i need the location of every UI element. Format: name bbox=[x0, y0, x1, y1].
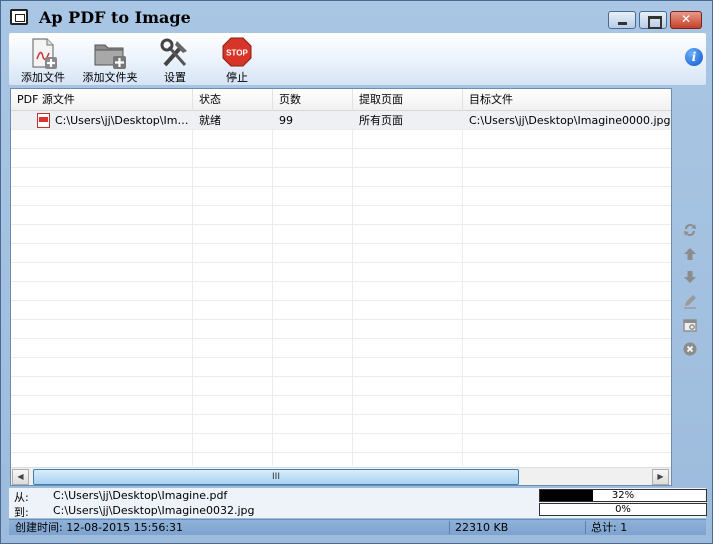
list-rows: C:\Users\jj\Desktop\Imagine.pdf 就绪 99 所有… bbox=[11, 111, 671, 466]
app-logo-icon bbox=[10, 9, 28, 25]
header-source[interactable]: PDF 源文件 bbox=[11, 89, 193, 111]
settings-button[interactable]: 设置 bbox=[151, 33, 199, 85]
window-title: Ap PDF to Image bbox=[39, 8, 191, 27]
table-row[interactable]: C:\Users\jj\Desktop\Imagine.pdf 就绪 99 所有… bbox=[11, 111, 671, 130]
add-folder-icon bbox=[94, 44, 126, 69]
settings-label: 设置 bbox=[164, 71, 186, 84]
add-folder-button[interactable]: 添加文件夹 bbox=[79, 33, 141, 85]
move-down-icon[interactable] bbox=[682, 269, 698, 285]
status-created-time: 创建时间: 12-08-2015 15:56:31 bbox=[15, 521, 184, 534]
cell-status: 就绪 bbox=[199, 114, 221, 127]
cell-pages: 99 bbox=[279, 114, 293, 127]
list-item bbox=[11, 434, 671, 453]
list-item bbox=[11, 415, 671, 434]
stop-button[interactable]: STOP 停止 bbox=[215, 33, 259, 85]
file-progress-fill bbox=[540, 490, 594, 501]
cell-extract: 所有页面 bbox=[359, 114, 403, 127]
stop-sign-icon: STOP bbox=[222, 37, 252, 67]
remove-circle-icon[interactable] bbox=[682, 341, 698, 357]
status-total: 总计: 1 bbox=[591, 521, 628, 534]
move-up-icon[interactable] bbox=[682, 246, 698, 262]
header-target[interactable]: 目标文件 bbox=[463, 89, 671, 111]
status-bar: 创建时间: 12-08-2015 15:56:31 22310 KB 总计: 1 bbox=[9, 519, 706, 535]
total-progress-text: 0% bbox=[615, 504, 631, 515]
list-item bbox=[11, 377, 671, 396]
title-bar: Ap PDF to Image bbox=[1, 1, 712, 31]
add-folder-label: 添加文件夹 bbox=[82, 71, 138, 84]
stop-label: 停止 bbox=[226, 71, 248, 84]
cell-target: C:\Users\jj\Desktop\Imagine0000.jpg ~ C:… bbox=[469, 114, 671, 127]
scroll-left-button[interactable]: ◀ bbox=[12, 469, 29, 485]
stop-sign-text: STOP bbox=[226, 49, 248, 58]
edit-pencil-icon[interactable] bbox=[682, 293, 698, 309]
header-pages[interactable]: 页数 bbox=[273, 89, 353, 111]
list-item bbox=[11, 396, 671, 415]
scroll-thumb[interactable]: III bbox=[33, 469, 519, 485]
list-item bbox=[11, 301, 671, 320]
status-size: 22310 KB bbox=[455, 521, 509, 534]
list-header: PDF 源文件 状态 页数 提取页面 目标文件 bbox=[11, 89, 671, 111]
list-item bbox=[11, 187, 671, 206]
tools-icon bbox=[160, 38, 187, 67]
file-list: PDF 源文件 状态 页数 提取页面 目标文件 C:\Users\jj\Desk… bbox=[10, 88, 672, 486]
from-path: C:\Users\jj\Desktop\Imagine.pdf bbox=[53, 489, 228, 502]
header-extract[interactable]: 提取页面 bbox=[353, 89, 463, 111]
total-progress-bar: 0% bbox=[539, 503, 707, 516]
add-file-icon bbox=[32, 38, 57, 69]
list-item bbox=[11, 225, 671, 244]
progress-area: 从: C:\Users\jj\Desktop\Imagine.pdf 到: C:… bbox=[9, 488, 707, 519]
list-item bbox=[11, 263, 671, 282]
file-progress-text: 32% bbox=[611, 490, 635, 501]
toolbar: 添加文件 添加文件夹 设置 STOP 停止 i bbox=[9, 33, 706, 85]
list-item bbox=[11, 320, 671, 339]
list-item bbox=[11, 358, 671, 377]
properties-window-icon[interactable] bbox=[682, 317, 698, 333]
file-progress-bar: 32% bbox=[539, 489, 707, 502]
list-item bbox=[11, 206, 671, 225]
refresh-icon[interactable] bbox=[682, 222, 698, 238]
to-label: 到: bbox=[14, 506, 29, 519]
list-item bbox=[11, 282, 671, 301]
from-label: 从: bbox=[14, 491, 29, 504]
list-item bbox=[11, 339, 671, 358]
scroll-right-button[interactable]: ▶ bbox=[652, 469, 669, 485]
list-item bbox=[11, 130, 671, 149]
close-button[interactable] bbox=[670, 11, 702, 29]
maximize-button[interactable] bbox=[639, 11, 667, 29]
add-file-button[interactable]: 添加文件 bbox=[15, 33, 71, 85]
cell-source: C:\Users\jj\Desktop\Imagine.pdf bbox=[55, 114, 193, 127]
to-path: C:\Users\jj\Desktop\Imagine0032.jpg bbox=[53, 504, 255, 517]
header-status[interactable]: 状态 bbox=[193, 89, 273, 111]
list-item bbox=[11, 168, 671, 187]
app-window: Ap PDF to Image 添加文件 添加文件夹 bbox=[0, 0, 713, 544]
horizontal-scrollbar[interactable]: ◀ III ▶ bbox=[11, 467, 671, 485]
info-icon[interactable]: i bbox=[685, 48, 703, 66]
list-item bbox=[11, 149, 671, 168]
list-item bbox=[11, 244, 671, 263]
minimize-button[interactable] bbox=[608, 11, 636, 29]
add-file-label: 添加文件 bbox=[21, 71, 65, 84]
